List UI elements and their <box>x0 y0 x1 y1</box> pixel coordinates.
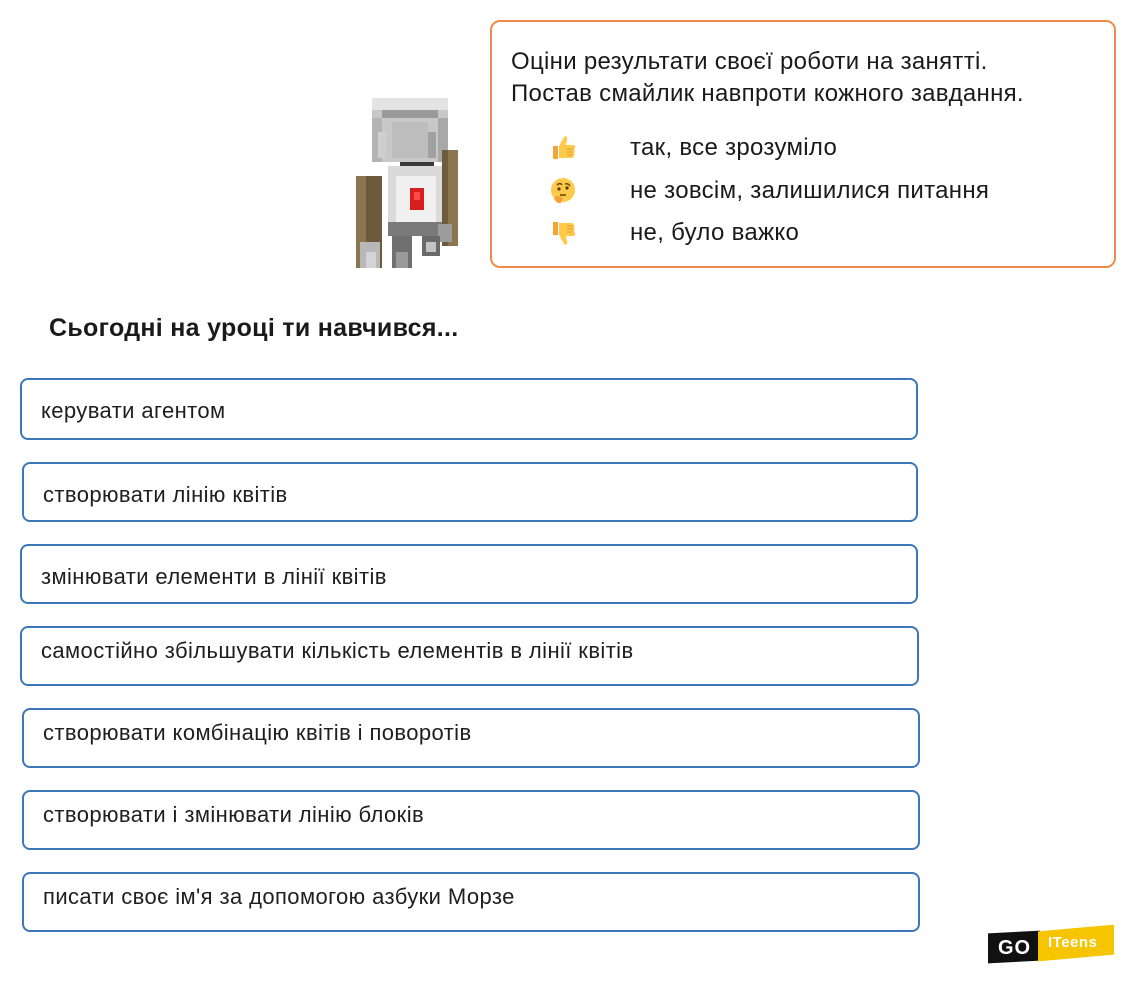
agent-robot-illustration <box>356 98 458 268</box>
lesson-reflection-page: Оціни результати своєї роботи на занятті… <box>0 0 1128 986</box>
skill-item[interactable]: змінювати елементи в лінії квітів <box>20 544 918 604</box>
skill-item[interactable]: самостійно збільшувати кількість елемент… <box>20 626 919 686</box>
instructions-line-2: Постав смайлик навпроти кожного завдання… <box>511 80 1024 107</box>
skill-item-text: змінювати елементи в лінії квітів <box>41 564 387 589</box>
skill-item-text: писати своє ім'я за допомогою азбуки Мор… <box>43 884 515 909</box>
logo-go-text: GO <box>998 937 1032 959</box>
lesson-summary-title: Сьогодні на уроці ти навчився... <box>49 314 459 342</box>
thinking-face-icon <box>546 174 580 208</box>
legend-item-difficult: не, було важко <box>546 216 799 250</box>
skill-item-text: створювати і змінювати лінію блоків <box>43 802 425 827</box>
goiteens-logo: GO ITeens <box>988 924 1116 964</box>
instructions-line-1: Оціни результати своєї роботи на занятті… <box>511 48 988 75</box>
skill-item-text: самостійно збільшувати кількість елемент… <box>41 638 634 663</box>
thumbs-down-icon <box>546 216 580 250</box>
logo-teens-text: ITeens <box>1048 934 1098 951</box>
skill-item[interactable]: створювати і змінювати лінію блоків <box>22 790 920 850</box>
skill-item[interactable]: керувати агентом <box>20 378 918 440</box>
legend-item-questions-left: не зовсім, залишилися питання <box>546 174 989 208</box>
skill-item-text: створювати комбінацію квітів і поворотів <box>43 720 472 745</box>
skill-item-text: створювати лінію квітів <box>43 482 288 507</box>
thumbs-up-icon <box>546 131 580 165</box>
skill-item[interactable]: створювати комбінацію квітів і поворотів <box>22 708 920 768</box>
legend-label-understood: так, все зрозуміло <box>630 134 838 161</box>
instructions-text: Оціни результати своєї роботи на занятті… <box>511 46 1024 110</box>
skill-item[interactable]: створювати лінію квітів <box>22 462 918 522</box>
skill-item-text: керувати агентом <box>41 398 226 423</box>
legend-item-understood: так, все зрозуміло <box>546 131 837 165</box>
self-assessment-instructions: Оціни результати своєї роботи на занятті… <box>490 20 1116 268</box>
legend-label-questions-left: не зовсім, залишилися питання <box>630 177 990 204</box>
legend-label-difficult: не, було важко <box>630 219 800 246</box>
skill-item[interactable]: писати своє ім'я за допомогою азбуки Мор… <box>22 872 920 932</box>
